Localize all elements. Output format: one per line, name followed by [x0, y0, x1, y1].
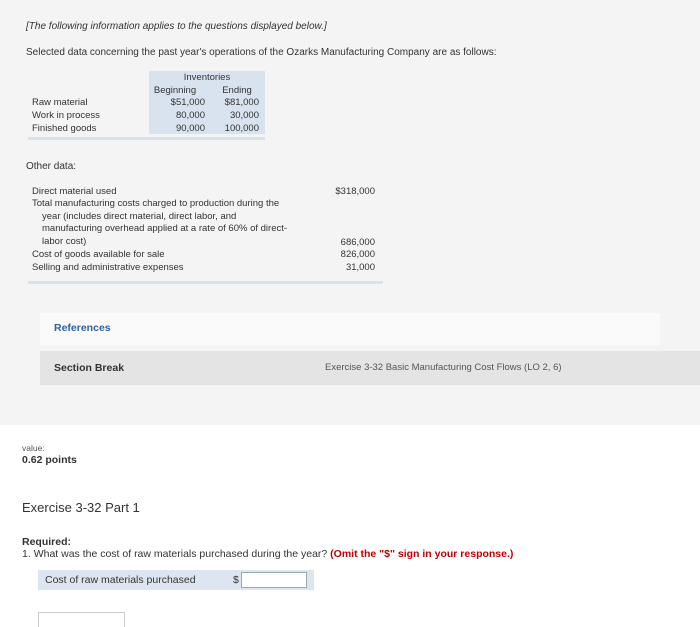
table-row: Raw material $51,000 $81,000 — [28, 97, 265, 110]
part-title: Exercise 3-32 Part 1 — [22, 500, 140, 515]
row-label: Raw material — [32, 97, 88, 108]
answer-input[interactable] — [241, 572, 307, 588]
other-row-value: $318,000 — [335, 186, 375, 197]
other-row-label-cont: labor cost) — [42, 235, 87, 247]
intro-note: [The following information applies to th… — [26, 21, 327, 32]
other-row-label: Selling and administrative expenses — [32, 262, 184, 273]
value-label: value: — [22, 443, 45, 453]
section-break-label: Section Break — [54, 362, 125, 374]
references-link[interactable]: References — [54, 322, 111, 334]
row-label: Finished goods — [32, 123, 97, 134]
question-text-line: 1. What was the cost of raw materials pu… — [22, 548, 513, 560]
other-row-label-cont: manufacturing overhead applied at a rate… — [42, 223, 288, 234]
row-label: Work in process — [32, 110, 100, 121]
other-row-label: Total manufacturing costs charged to pro… — [32, 198, 280, 209]
ending-value: 100,000 — [224, 123, 259, 134]
other-row-label-cont: year (includes direct material, direct l… — [42, 210, 237, 222]
inventories-header-row: Inventories — [28, 72, 265, 85]
other-data-label: Other data: — [26, 161, 77, 172]
references-panel — [40, 313, 660, 345]
other-data-table: Direct material used $318,000 Total manu… — [28, 180, 383, 285]
question-number: 1. — [22, 548, 31, 560]
other-row-value: 31,000 — [345, 262, 375, 273]
question-text: What was the cost of raw materials purch… — [33, 548, 328, 560]
ending-value: 30,000 — [229, 110, 259, 121]
col-beginning-header: Beginning — [153, 85, 197, 96]
ending-value: $81,000 — [224, 97, 259, 108]
beginning-value: 80,000 — [175, 110, 205, 121]
question-instruction: (Omit the "$" sign in your response.) — [330, 548, 514, 560]
other-row-value: 686,000 — [340, 237, 375, 248]
other-row-value: 826,000 — [340, 249, 375, 260]
table-bottom-rule — [28, 137, 265, 140]
inventories-header: Inventories — [183, 72, 231, 83]
required-label: Required: — [22, 536, 72, 548]
table-row: Work in process 80,000 30,000 — [28, 110, 265, 123]
intro-description: Selected data concerning the past year's… — [26, 47, 497, 58]
currency-symbol: $ — [233, 574, 239, 586]
points-value: 0.62 points — [22, 454, 77, 466]
exercise-reference: Exercise 3-32 Basic Manufacturing Cost F… — [325, 362, 562, 373]
table-row: Finished goods 90,000 100,000 — [28, 123, 265, 136]
beginning-value: 90,000 — [175, 123, 205, 134]
other-row-label: Cost of goods available for sale — [32, 249, 165, 260]
beginning-value: $51,000 — [170, 97, 205, 108]
answer-label: Cost of raw materials purchased — [45, 574, 196, 586]
table-bottom-rule — [28, 281, 383, 284]
other-row-label: Direct material used — [32, 186, 117, 197]
col-ending-header: Ending — [222, 85, 252, 96]
